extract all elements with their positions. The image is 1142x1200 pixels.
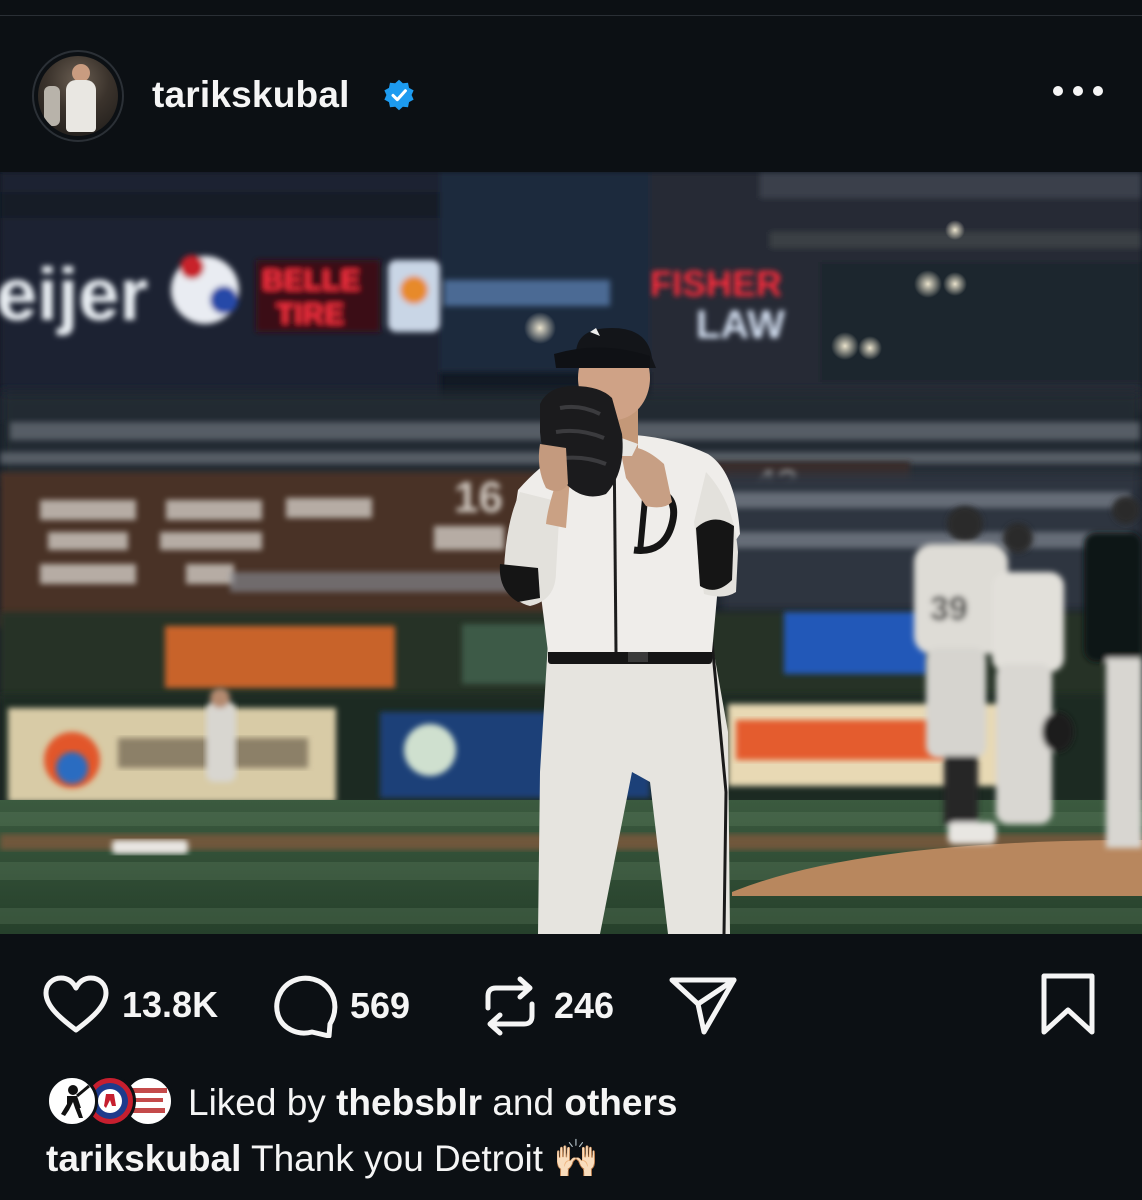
caption-username[interactable]: tarikskubal [46, 1138, 241, 1179]
post-photo[interactable]: eijer BELLE TIRE FISHER LAW 16 39 [0, 172, 1142, 934]
post-actions: 13.8K 569 246 [0, 960, 1142, 1050]
jersey-number: 39 [930, 590, 968, 628]
comment-bubble-icon [274, 975, 338, 1038]
liked-by-row[interactable]: Liked by thebsblr and others [46, 1074, 1096, 1130]
liked-by-prefix: Liked by [188, 1082, 326, 1123]
sign-belle-line1: BELLE [262, 264, 360, 297]
comment-button[interactable]: 569 [272, 974, 410, 1038]
ellipsis-icon [1053, 86, 1063, 96]
repost-icon [485, 976, 535, 1036]
verified-badge-icon [384, 79, 414, 111]
avatar[interactable] [32, 50, 124, 142]
batter-silhouette-icon [61, 1084, 90, 1118]
raising-hands-emoji: 🙌🏻 [553, 1138, 600, 1179]
post-header: tarikskubal [0, 40, 1142, 150]
reposts-count: 246 [554, 985, 615, 1026]
repost-button[interactable]: 246 [478, 974, 614, 1038]
retired-number-1: 16 [454, 473, 503, 522]
heart-icon [43, 975, 109, 1033]
post-caption: tarikskubal Thank you Detroit 🙌🏻 [46, 1138, 599, 1181]
liked-by-conjunction: and [492, 1082, 555, 1123]
like-button[interactable]: 13.8K [42, 974, 218, 1036]
bookmark-icon [1041, 973, 1095, 1035]
liked-by-user[interactable]: thebsblr [336, 1082, 482, 1123]
sign-fisher-line2: LAW [696, 303, 785, 347]
send-icon [669, 977, 737, 1035]
liker-avatar-1 [46, 1075, 98, 1127]
liked-by-others[interactable]: others [564, 1082, 677, 1123]
liker-avatars [46, 1074, 176, 1128]
comments-count: 569 [350, 985, 411, 1026]
top-divider [0, 15, 1142, 16]
sign-fisher-line1: FISHER [650, 263, 782, 304]
post-username[interactable]: tarikskubal [152, 74, 350, 116]
baseball-pitcher-photo: eijer BELLE TIRE FISHER LAW 16 39 [0, 172, 1142, 934]
sign-belle-line2: TIRE [276, 298, 344, 331]
caption-text: Thank you Detroit [251, 1138, 544, 1179]
more-options-button[interactable] [1053, 86, 1103, 100]
bookmark-button[interactable] [1040, 972, 1096, 1038]
likes-count: 13.8K [122, 984, 219, 1025]
share-button[interactable] [668, 974, 738, 1036]
sign-meijer: eijer [0, 253, 148, 336]
